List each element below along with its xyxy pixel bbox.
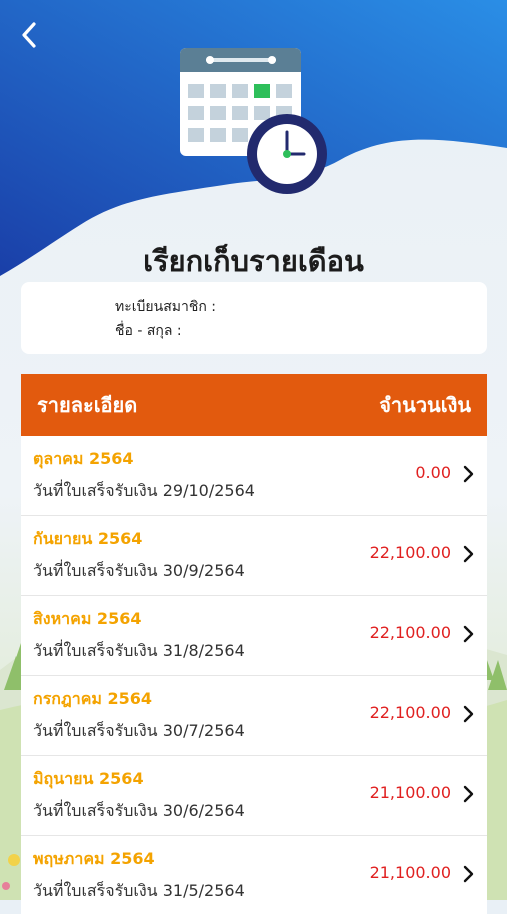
chevron-right-icon — [463, 465, 474, 483]
billing-row[interactable]: พฤษภาคม 2564 วันที่ใบเสร็จรับเงิน 31/5/2… — [21, 836, 487, 914]
row-amount: 22,100.00 — [369, 703, 451, 722]
row-receipt-date: วันที่ใบเสร็จรับเงิน 29/10/2564 — [33, 481, 255, 500]
row-receipt-date: วันที่ใบเสร็จรับเงิน 31/5/2564 — [33, 881, 245, 900]
billing-row[interactable]: สิงหาคม 2564 วันที่ใบเสร็จรับเงิน 31/8/2… — [21, 596, 487, 676]
row-amount: 0.00 — [415, 463, 451, 482]
row-month: ตุลาคม 2564 — [33, 449, 134, 468]
row-amount: 21,100.00 — [369, 783, 451, 802]
member-id-label: ทะเบียนสมาชิก : — [115, 299, 216, 315]
row-month: กันยายน 2564 — [33, 529, 143, 548]
chevron-left-icon — [22, 22, 36, 48]
chevron-right-icon — [463, 705, 474, 723]
row-month: สิงหาคม 2564 — [33, 609, 142, 628]
row-amount: 22,100.00 — [369, 623, 451, 642]
billing-row[interactable]: ตุลาคม 2564 วันที่ใบเสร็จรับเงิน 29/10/2… — [21, 436, 487, 516]
page-title: เรียกเก็บรายเดือน — [143, 244, 364, 278]
table-header: รายละเอียด จำนวนเงิน — [21, 374, 487, 436]
row-amount: 21,100.00 — [369, 863, 451, 882]
column-amount-header: จำนวนเงิน — [379, 393, 471, 417]
calendar-clock-icon — [180, 48, 327, 194]
billing-table: รายละเอียด จำนวนเงิน ตุลาคม 2564 วันที่ใ… — [21, 374, 487, 914]
chevron-right-icon — [463, 545, 474, 563]
billing-row[interactable]: มิถุนายน 2564 วันที่ใบเสร็จรับเงิน 30/6/… — [21, 756, 487, 836]
member-info-card: ทะเบียนสมาชิก : ชื่อ - สกุล : — [21, 282, 487, 354]
row-receipt-date: วันที่ใบเสร็จรับเงิน 31/8/2564 — [33, 641, 245, 660]
billing-row[interactable]: กรกฎาคม 2564 วันที่ใบเสร็จรับเงิน 30/7/2… — [21, 676, 487, 756]
row-month: กรกฎาคม 2564 — [33, 689, 153, 708]
member-name-label: ชื่อ - สกุล : — [115, 323, 182, 339]
column-detail-header: รายละเอียด — [37, 393, 138, 417]
row-receipt-date: วันที่ใบเสร็จรับเงิน 30/9/2564 — [33, 561, 245, 580]
row-month: มิถุนายน 2564 — [33, 769, 144, 788]
billing-row[interactable]: กันยายน 2564 วันที่ใบเสร็จรับเงิน 30/9/2… — [21, 516, 487, 596]
row-amount: 22,100.00 — [369, 543, 451, 562]
chevron-right-icon — [463, 625, 474, 643]
back-button[interactable] — [12, 18, 46, 52]
chevron-right-icon — [463, 785, 474, 803]
chevron-right-icon — [463, 865, 474, 883]
row-receipt-date: วันที่ใบเสร็จรับเงิน 30/7/2564 — [33, 721, 245, 740]
row-receipt-date: วันที่ใบเสร็จรับเงิน 30/6/2564 — [33, 801, 245, 820]
row-month: พฤษภาคม 2564 — [33, 849, 155, 868]
